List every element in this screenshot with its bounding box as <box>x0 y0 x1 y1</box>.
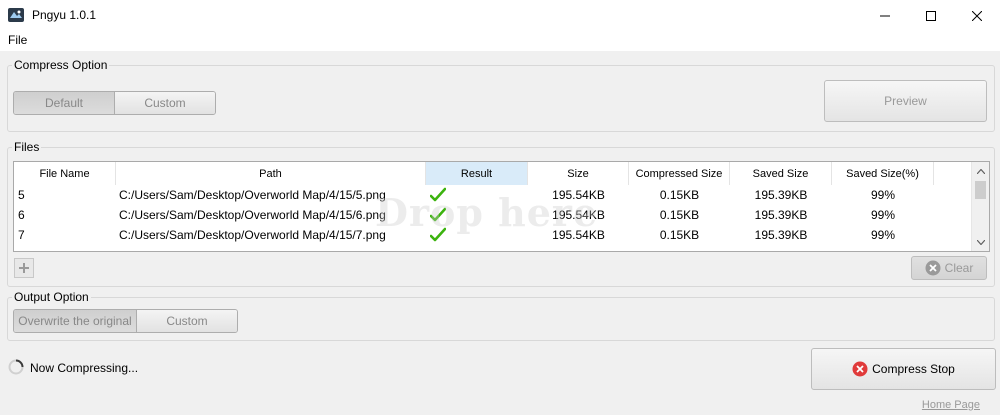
compress-mode-default[interactable]: Default <box>14 92 114 114</box>
files-table[interactable]: File Name Path Result Size Compressed Si… <box>13 161 990 252</box>
maximize-icon <box>926 10 936 21</box>
cell-path: C:/Users/Sam/Desktop/Overworld Map/4/15/… <box>119 188 386 202</box>
cell-size: 195.54KB <box>552 208 605 222</box>
output-mode-overwrite[interactable]: Overwrite the original <box>14 310 136 332</box>
compress-stop-label: Compress Stop <box>872 362 955 376</box>
cell-saved-size: 195.39KB <box>754 208 808 222</box>
output-mode-toggle: Overwrite the original Custom <box>13 309 238 333</box>
app-icon <box>8 8 24 22</box>
cell-compressed-size: 0.15KB <box>659 188 700 202</box>
cell-saved-pct: 99% <box>870 228 896 242</box>
cell-saved-pct: 99% <box>870 208 896 222</box>
clear-icon <box>925 260 941 276</box>
compress-stop-button[interactable]: Compress Stop <box>811 348 996 390</box>
close-icon <box>972 10 982 21</box>
column-header[interactable]: Size <box>528 162 629 185</box>
menu-bar: File <box>0 31 1000 51</box>
loading-spinner-icon <box>8 359 24 375</box>
table-row[interactable]: 5 C:/Users/Sam/Desktop/Overworld Map/4/1… <box>14 185 971 205</box>
scroll-thumb[interactable] <box>975 181 986 199</box>
column-header[interactable]: Result <box>426 162 528 185</box>
files-label: Files <box>12 140 42 154</box>
cell-compressed-size: 0.15KB <box>659 208 700 222</box>
status-text: Now Compressing... <box>30 361 139 375</box>
chevron-down-icon <box>976 239 985 245</box>
cell-file-name: 7 <box>18 228 25 242</box>
column-header[interactable]: Path <box>116 162 426 185</box>
table-header: File Name Path Result Size Compressed Si… <box>14 162 971 185</box>
chevron-up-icon <box>976 168 985 174</box>
cell-path: C:/Users/Sam/Desktop/Overworld Map/4/15/… <box>119 208 386 222</box>
column-header[interactable]: Saved Size <box>730 162 832 185</box>
clear-button[interactable]: Clear <box>911 256 987 280</box>
maximize-button[interactable] <box>908 0 954 31</box>
add-file-button[interactable] <box>14 258 34 278</box>
compress-mode-toggle: Default Custom <box>13 91 216 115</box>
title-bar: Pngyu 1.0.1 <box>0 0 1000 31</box>
cell-saved-size: 195.39KB <box>754 188 808 202</box>
clear-label: Clear <box>944 261 974 275</box>
scroll-down-button[interactable] <box>972 234 989 250</box>
column-header[interactable]: Saved Size(%) <box>832 162 934 185</box>
cell-compressed-size: 0.15KB <box>659 228 700 242</box>
cell-result <box>426 185 528 205</box>
output-option-label: Output Option <box>12 290 91 304</box>
close-button[interactable] <box>954 0 1000 31</box>
cell-result <box>426 225 528 245</box>
stop-icon <box>852 361 868 377</box>
window-title: Pngyu 1.0.1 <box>32 8 97 22</box>
column-header[interactable]: File Name <box>14 162 116 185</box>
column-header[interactable]: Compressed Size <box>629 162 730 185</box>
cell-size: 195.54KB <box>552 228 605 242</box>
table-row[interactable]: 7 C:/Users/Sam/Desktop/Overworld Map/4/1… <box>14 225 971 245</box>
minimize-icon <box>880 15 890 16</box>
menu-file[interactable]: File <box>8 33 27 47</box>
check-icon <box>430 227 446 242</box>
cell-path: C:/Users/Sam/Desktop/Overworld Map/4/15/… <box>119 228 386 242</box>
minimize-button[interactable] <box>862 0 908 31</box>
table-row[interactable]: 6 C:/Users/Sam/Desktop/Overworld Map/4/1… <box>14 205 971 225</box>
compress-mode-custom[interactable]: Custom <box>114 92 215 114</box>
cell-saved-size: 195.39KB <box>754 228 808 242</box>
plus-icon <box>19 263 29 273</box>
scroll-up-button[interactable] <box>972 163 989 179</box>
cell-size: 195.54KB <box>552 188 605 202</box>
output-mode-custom[interactable]: Custom <box>136 310 237 332</box>
cell-file-name: 6 <box>18 208 25 222</box>
cell-saved-pct: 99% <box>870 188 896 202</box>
check-icon <box>430 187 446 202</box>
cell-file-name: 5 <box>18 188 25 202</box>
cell-result <box>426 205 528 225</box>
home-page-link[interactable]: Home Page <box>922 399 980 411</box>
check-icon <box>430 207 446 222</box>
compress-option-label: Compress Option <box>12 58 110 72</box>
table-scrollbar[interactable] <box>971 162 989 251</box>
preview-button[interactable]: Preview <box>824 80 987 122</box>
